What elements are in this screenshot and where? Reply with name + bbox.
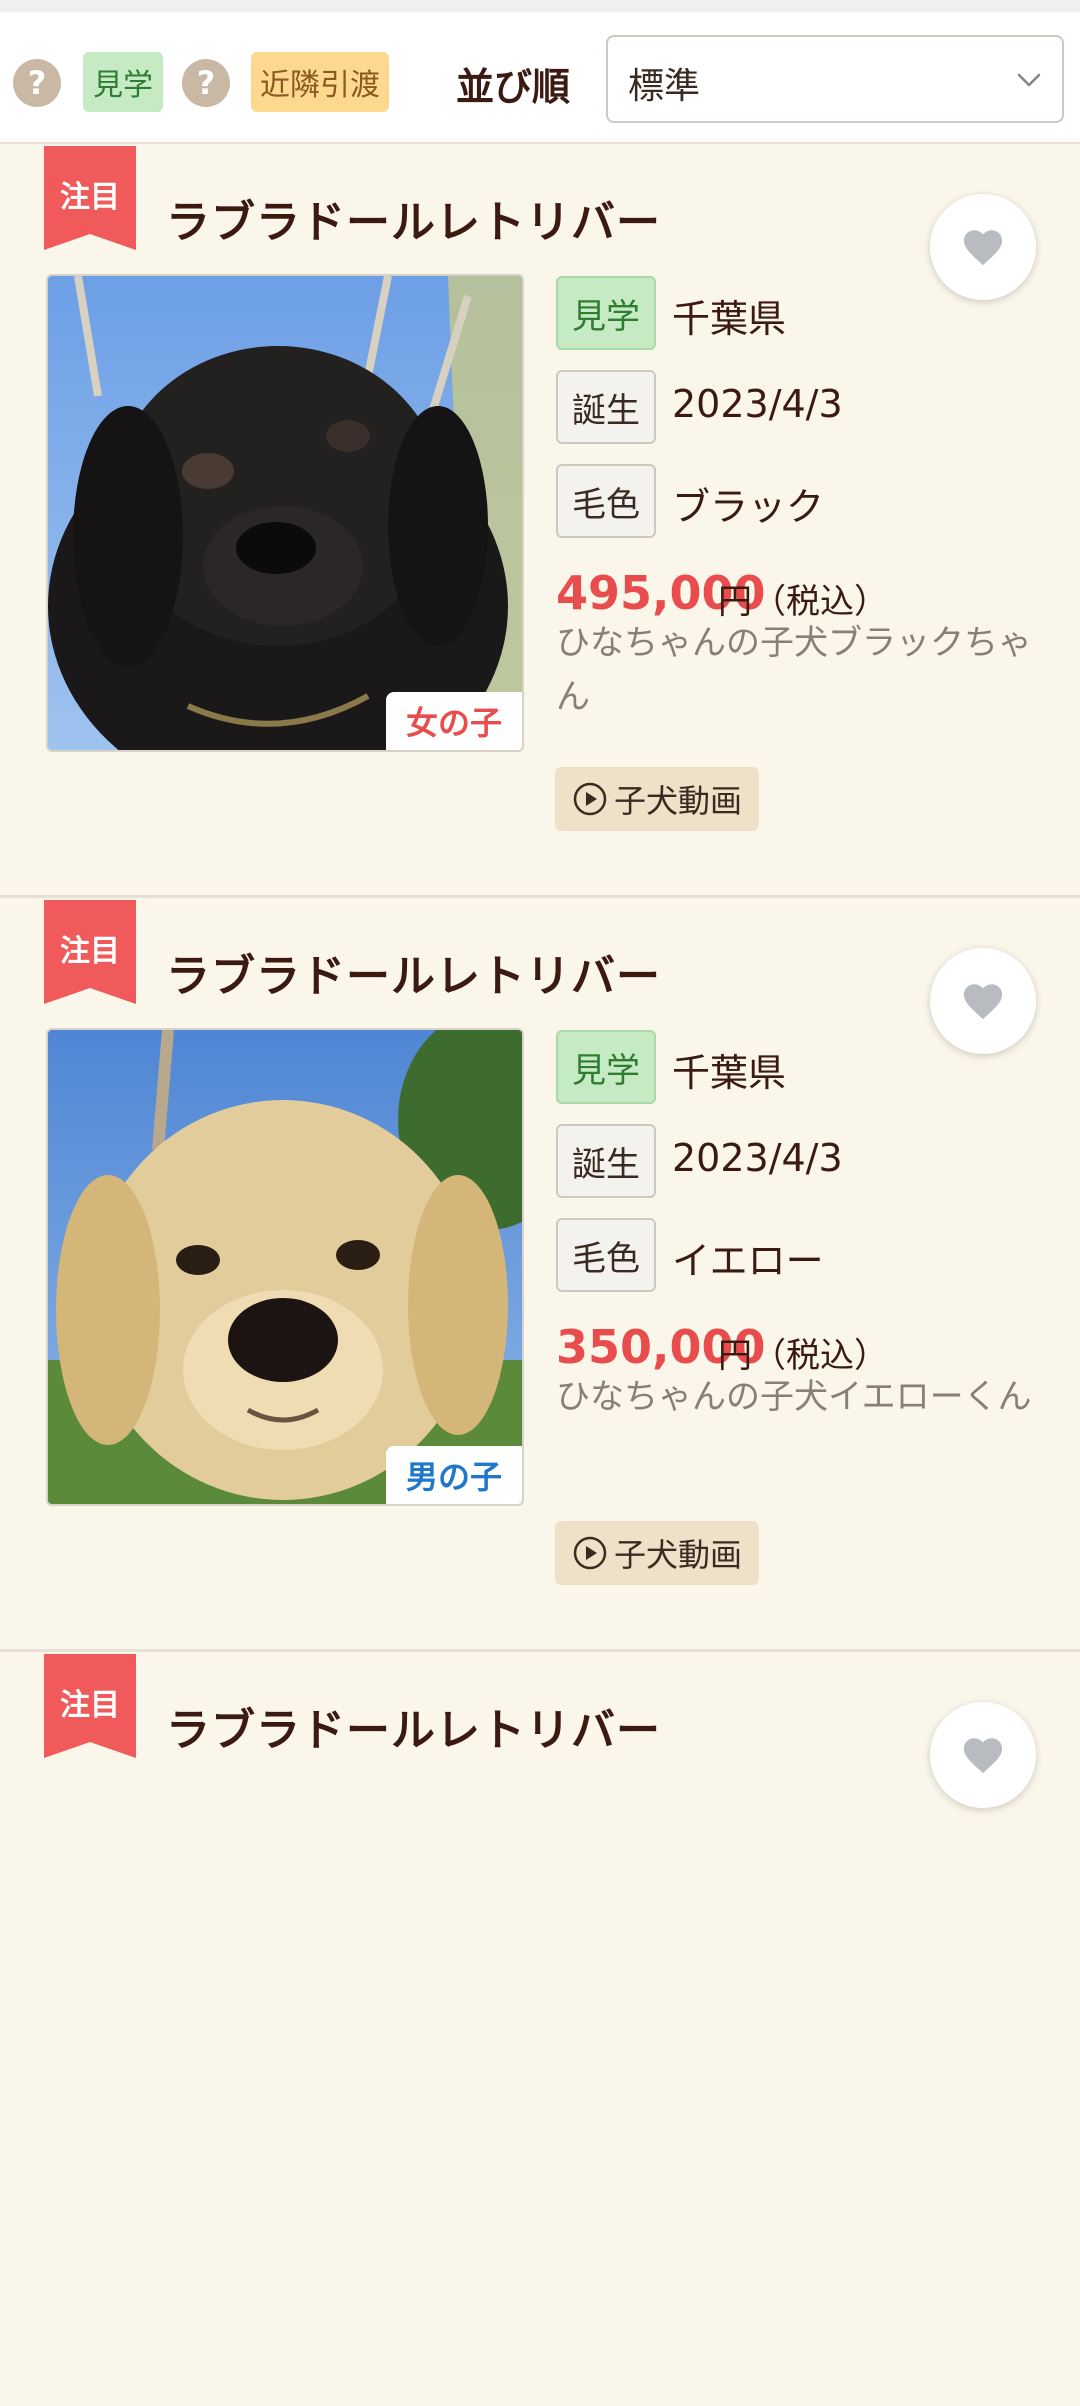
listing-description: ひなちゃんの子犬ブラックちゃん [556,623,1032,717]
listing-card[interactable]: 注目 ラブラドールレトリバー 女の子 見学 千葉県 誕生 2023/4/3 毛色… [0,146,1080,898]
heart-icon [963,984,1003,1020]
puppy-photo[interactable]: 女の子 [46,274,524,752]
birth-date-value: 2023/4/3 [672,1136,843,1180]
puppy-photo[interactable]: 男の子 [46,1028,524,1506]
favorite-button[interactable] [930,948,1036,1054]
video-button-label: 子犬動画 [613,782,742,820]
puppy-video-button[interactable]: 子犬動画 [555,767,759,831]
gender-badge: 男の子 [386,1446,522,1504]
video-button-label: 子犬動画 [613,1536,742,1574]
sort-select[interactable]: 標準 [606,35,1064,123]
location-value: 千葉県 [672,297,787,341]
birth-label: 誕生 [556,1124,656,1198]
breed-name[interactable]: ラブラドールレトリバー [166,1694,661,1758]
black-puppy-image [48,276,522,750]
heart-icon [963,1738,1003,1774]
top-strip [0,0,1080,12]
play-circle-icon [573,782,607,816]
visit-label: 見学 [556,1030,656,1104]
sort-value: 標準 [628,66,701,107]
ribbon-label: 注目 [60,1688,120,1723]
favorite-button[interactable] [930,1702,1036,1808]
yellow-puppy-image [48,1030,522,1504]
filter-tag-nearby[interactable]: 近隣引渡 [251,52,389,112]
filter-bar: ? 見学 ? 近隣引渡 並び順 標準 [0,12,1080,144]
listing-card[interactable]: 注目 ラブラドールレトリバー [0,1654,1080,2406]
breed-name[interactable]: ラブラドールレトリバー [166,940,661,1004]
location-value: 千葉県 [672,1051,787,1095]
chevron-down-icon [1017,73,1041,87]
puppy-video-button[interactable]: 子犬動画 [555,1521,759,1585]
breed-name[interactable]: ラブラドールレトリバー [166,186,661,250]
listing-description: ひなちゃんの子犬イエローくん [556,1377,1032,1417]
coat-color-value: ブラック [672,485,825,529]
birth-date-value: 2023/4/3 [672,382,843,426]
play-circle-icon [573,1536,607,1570]
birth-label: 誕生 [556,370,656,444]
gender-badge: 女の子 [386,692,522,750]
help-icon[interactable]: ? [182,59,230,107]
filter-tag-visit[interactable]: 見学 [83,52,163,112]
ribbon-label: 注目 [60,180,120,215]
visit-label: 見学 [556,276,656,350]
coat-color-value: イエロー [672,1239,824,1283]
listing-card[interactable]: 注目 ラブラドールレトリバー 男の子 見学 千葉県 誕生 2023/4/3 毛色… [0,900,1080,1652]
help-icon[interactable]: ? [13,59,61,107]
coat-color-label: 毛色 [556,1218,656,1292]
sort-label: 並び順 [456,65,571,109]
favorite-button[interactable] [930,194,1036,300]
heart-icon [963,230,1003,266]
ribbon-label: 注目 [60,934,120,969]
coat-color-label: 毛色 [556,464,656,538]
